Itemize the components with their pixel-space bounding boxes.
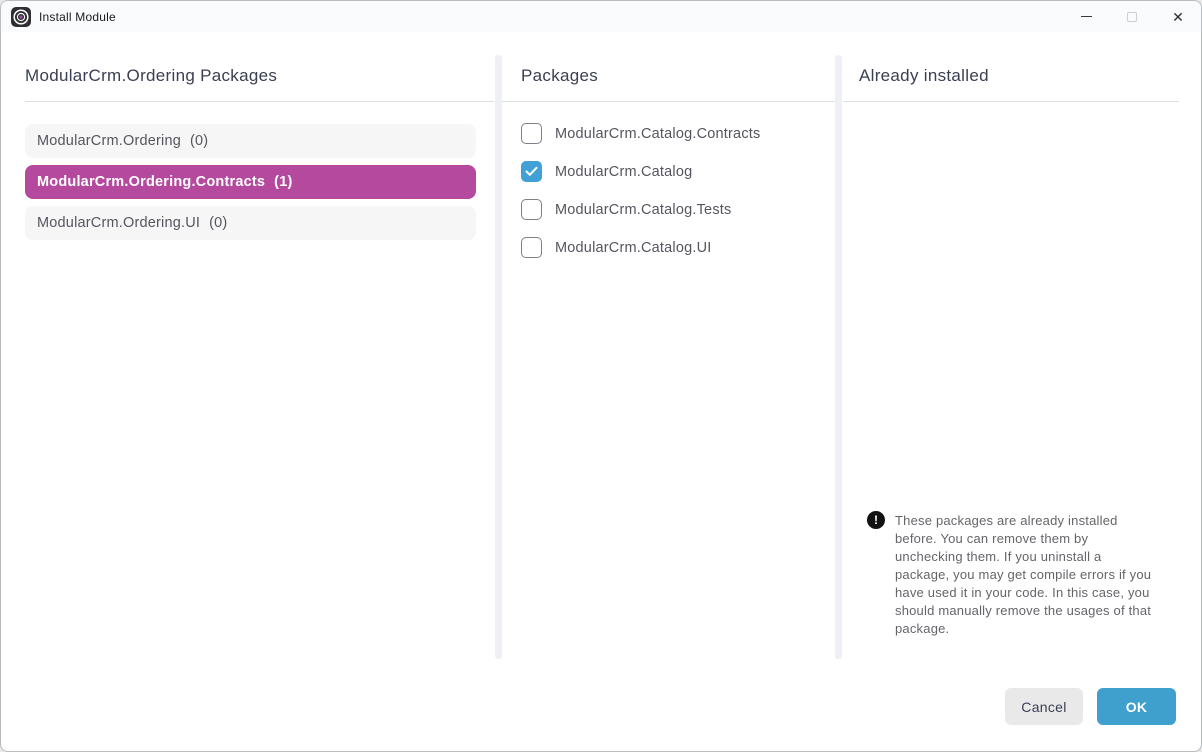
note-line: unchecking them. If you uninstall a [895, 548, 1175, 566]
checkbox-checked-icon[interactable] [521, 161, 542, 182]
package-label: ModularCrm.Catalog.Contracts [555, 126, 760, 142]
module-item-ordering-ui[interactable]: ModularCrm.Ordering.UI (0) [25, 206, 476, 240]
divider-middle-right [835, 55, 842, 659]
minimize-button[interactable] [1063, 1, 1109, 32]
module-item-count: (1) [274, 174, 292, 190]
module-item-count: (0) [190, 133, 208, 149]
package-label: ModularCrm.Catalog.Tests [555, 202, 731, 218]
note-line: have used it in your code. In this case,… [895, 584, 1175, 602]
module-item-count: (0) [209, 215, 227, 231]
middle-header-rule [502, 101, 835, 102]
note-line: package, you may get compile errors if y… [895, 566, 1175, 584]
checkbox-unchecked-icon[interactable] [521, 199, 542, 220]
warning-exclamation-icon: ! [867, 511, 885, 529]
right-header-rule [843, 101, 1179, 102]
package-label: ModularCrm.Catalog.UI [555, 240, 712, 256]
cancel-button[interactable]: Cancel [1005, 688, 1083, 725]
module-item-label: ModularCrm.Ordering [37, 133, 181, 149]
already-installed-note: These packages are already installed bef… [895, 512, 1175, 638]
left-header-rule [25, 101, 494, 102]
install-module-window: Install Module ✕ ModularCrm.Ordering Pac… [0, 0, 1202, 752]
divider-left-middle [495, 55, 502, 659]
module-item-ordering[interactable]: ModularCrm.Ordering (0) [25, 124, 476, 158]
left-column-header: ModularCrm.Ordering Packages [25, 66, 277, 86]
note-line: These packages are already installed [895, 512, 1175, 530]
maximize-icon [1127, 12, 1137, 22]
ok-button[interactable]: OK [1097, 688, 1176, 725]
right-column-header: Already installed [859, 66, 989, 86]
module-item-ordering-contracts[interactable]: ModularCrm.Ordering.Contracts (1) [25, 165, 476, 199]
window-title: Install Module [39, 10, 116, 24]
checkbox-unchecked-icon[interactable] [521, 237, 542, 258]
package-row-catalog-contracts[interactable]: ModularCrm.Catalog.Contracts [521, 123, 760, 144]
note-line: should manually remove the usages of tha… [895, 602, 1175, 620]
checkbox-unchecked-icon[interactable] [521, 123, 542, 144]
package-row-catalog-tests[interactable]: ModularCrm.Catalog.Tests [521, 199, 731, 220]
title-bar: Install Module ✕ [1, 1, 1201, 32]
minimize-icon [1081, 16, 1092, 17]
window-controls: ✕ [1063, 1, 1201, 32]
module-item-label: ModularCrm.Ordering.Contracts [37, 174, 265, 190]
package-label: ModularCrm.Catalog [555, 164, 692, 180]
package-row-catalog[interactable]: ModularCrm.Catalog [521, 161, 692, 182]
maximize-button[interactable] [1109, 1, 1155, 32]
note-line: package. [895, 620, 1175, 638]
middle-column-header: Packages [521, 66, 598, 86]
app-logo-icon [11, 7, 31, 27]
close-button[interactable]: ✕ [1155, 1, 1201, 32]
package-row-catalog-ui[interactable]: ModularCrm.Catalog.UI [521, 237, 712, 258]
module-item-label: ModularCrm.Ordering.UI [37, 215, 200, 231]
close-icon: ✕ [1172, 10, 1184, 24]
note-line: before. You can remove them by [895, 530, 1175, 548]
